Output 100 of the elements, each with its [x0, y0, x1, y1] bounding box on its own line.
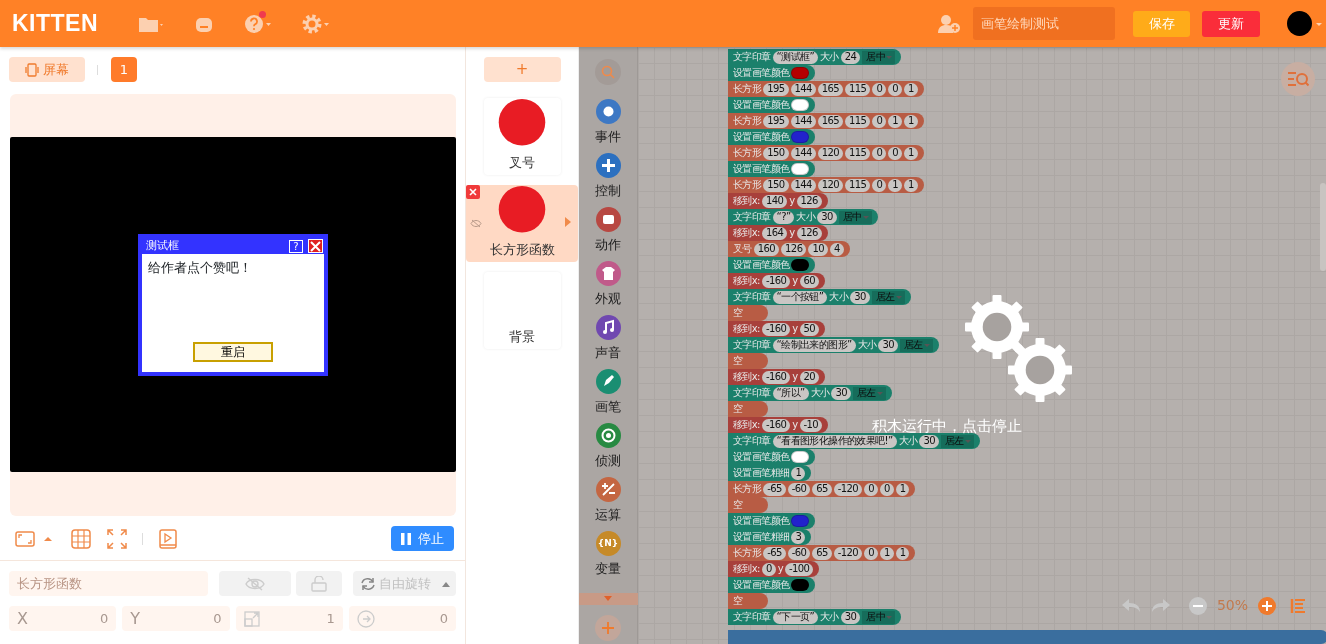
value-field[interactable]: 30	[878, 338, 898, 352]
color-swatch[interactable]	[791, 579, 810, 591]
value-field[interactable]: 195	[763, 114, 789, 128]
value-field[interactable]: 0	[879, 482, 894, 496]
sprite-card[interactable]: 背景	[483, 272, 561, 349]
value-field[interactable]: 1	[903, 146, 918, 160]
code-block[interactable]: 移到x: -160 y 60	[728, 273, 826, 289]
value-field[interactable]: -160	[761, 274, 791, 288]
code-block[interactable]: 文字印章 “看看图形化操作的效果吧!” 大小 30 居左	[728, 433, 980, 449]
category-icon[interactable]	[595, 369, 621, 394]
code-block[interactable]: 空	[728, 497, 768, 513]
redo-icon[interactable]	[1150, 597, 1171, 614]
code-block[interactable]: 设置画笔颜色	[728, 129, 816, 145]
scroll-down-button[interactable]	[578, 593, 638, 605]
value-field[interactable]: 1	[879, 546, 894, 560]
scrollbar[interactable]	[1320, 183, 1326, 271]
code-block[interactable]: 空	[728, 353, 768, 369]
value-field[interactable]: 1	[791, 466, 806, 480]
caret-icon[interactable]	[43, 534, 53, 543]
value-field[interactable]: 140	[761, 194, 788, 208]
visibility-button[interactable]	[219, 571, 292, 596]
code-block[interactable]: 移到x: -160 y 20	[728, 369, 826, 385]
value-field[interactable]: 115	[845, 178, 871, 192]
color-swatch[interactable]	[791, 131, 810, 143]
value-field[interactable]: 10	[808, 242, 828, 256]
code-block[interactable]: 长方形 150 144 120 115 0 0 1	[728, 145, 924, 161]
value-field[interactable]: -160	[761, 322, 791, 336]
code-block[interactable]: 文字印章 “绘制出来的图形” 大小 30 居左	[728, 337, 939, 353]
caret-icon[interactable]	[604, 596, 612, 602]
update-button[interactable]: 更新	[1202, 10, 1260, 37]
code-block[interactable]: 设置画笔颜色	[728, 97, 816, 113]
value-field[interactable]: -100	[785, 562, 814, 576]
value-field[interactable]: -120	[833, 482, 863, 496]
color-swatch[interactable]	[791, 451, 810, 463]
sprite-name-field[interactable]: 长方形函数	[9, 571, 209, 596]
value-field[interactable]: -65	[763, 482, 786, 496]
value-field[interactable]: -120	[833, 546, 863, 560]
code-block[interactable]: 移到x: 164 y 126	[728, 225, 828, 241]
code-block[interactable]: 设置画笔颜色	[728, 577, 816, 593]
code-block[interactable]: 长方形 -65 -60 65 -120 0 0 1	[728, 481, 916, 497]
value-field[interactable]: “绘制出来的图形”	[772, 338, 856, 352]
zoom-in-icon[interactable]	[1258, 596, 1276, 615]
category-icon[interactable]	[595, 207, 621, 232]
list-search-icon[interactable]	[1287, 71, 1309, 87]
zoom-out-icon[interactable]	[1188, 596, 1207, 615]
value-field[interactable]: 0	[888, 146, 902, 160]
code-block[interactable]: 设置画笔颜色	[728, 449, 816, 465]
category-label[interactable]: 画笔	[595, 397, 621, 417]
value-field[interactable]: “?”	[772, 210, 795, 224]
code-block[interactable]: 空	[728, 305, 768, 321]
code-block[interactable]: 文字印章 “下一页” 大小 30 居中	[728, 609, 902, 625]
play-screen-icon[interactable]	[159, 528, 177, 549]
lock-button[interactable]	[296, 571, 343, 596]
code-block[interactable]: 长方形 -65 -60 65 -120 0 1 1	[728, 545, 916, 561]
value-field[interactable]: 24	[840, 50, 861, 64]
category-label[interactable]: 动作	[595, 235, 621, 255]
color-swatch[interactable]	[791, 163, 810, 175]
value-field[interactable]: 0	[864, 546, 878, 560]
value-field[interactable]: -10	[799, 418, 823, 432]
value-field[interactable]: 1	[888, 178, 902, 192]
value-field[interactable]: 30	[840, 610, 861, 624]
value-field[interactable]: 165	[817, 82, 844, 96]
value-field[interactable]: 1	[895, 546, 910, 560]
eye-off-icon[interactable]	[470, 219, 482, 228]
value-field[interactable]: 30	[817, 210, 837, 224]
code-block[interactable]: 设置画笔粗细 3	[728, 529, 812, 545]
value-field[interactable]: 150	[763, 146, 789, 160]
code-block[interactable]: 设置画笔粗细 1	[728, 465, 812, 481]
undo-icon[interactable]	[1120, 597, 1141, 614]
value-field[interactable]: 60	[799, 274, 820, 288]
code-block[interactable]: 空	[728, 401, 768, 417]
code-block[interactable]: 移到x: 0 y -100	[728, 561, 820, 577]
value-field[interactable]: 144	[790, 82, 816, 96]
sprite-card[interactable]: 长方形函数	[466, 185, 578, 262]
restart-button[interactable]: 重启	[193, 342, 273, 362]
value-field[interactable]: 20	[799, 370, 820, 384]
code-block[interactable]: 设置画笔颜色	[728, 513, 816, 529]
value-field[interactable]: -60	[787, 546, 811, 560]
value-field[interactable]: 1	[888, 114, 902, 128]
value-field[interactable]: 65	[812, 482, 832, 496]
value-field[interactable]: 115	[845, 146, 871, 160]
value-field[interactable]: 4	[829, 242, 844, 256]
category-icon[interactable]	[595, 477, 621, 502]
category-icon[interactable]	[595, 99, 621, 124]
settings-icon[interactable]	[302, 13, 330, 34]
value-field[interactable]: 1	[903, 82, 918, 96]
category-label[interactable]: 运算	[595, 505, 621, 525]
value-field[interactable]: -160	[761, 418, 791, 432]
value-field[interactable]: “下一页”	[772, 610, 818, 624]
value-field[interactable]: 0	[864, 482, 878, 496]
color-swatch[interactable]	[791, 259, 810, 271]
code-block[interactable]: 移到x: -160 y 50	[728, 321, 826, 337]
category-icon[interactable]	[595, 423, 621, 448]
fullscreen-icon[interactable]	[107, 528, 127, 549]
resize-icon[interactable]	[15, 529, 35, 548]
add-extension-button[interactable]	[595, 615, 621, 641]
value-field[interactable]: “一个按钮”	[772, 290, 828, 304]
value-field[interactable]: -65	[763, 546, 786, 560]
category-label[interactable]: 控制	[595, 181, 621, 201]
color-swatch[interactable]	[791, 515, 810, 527]
